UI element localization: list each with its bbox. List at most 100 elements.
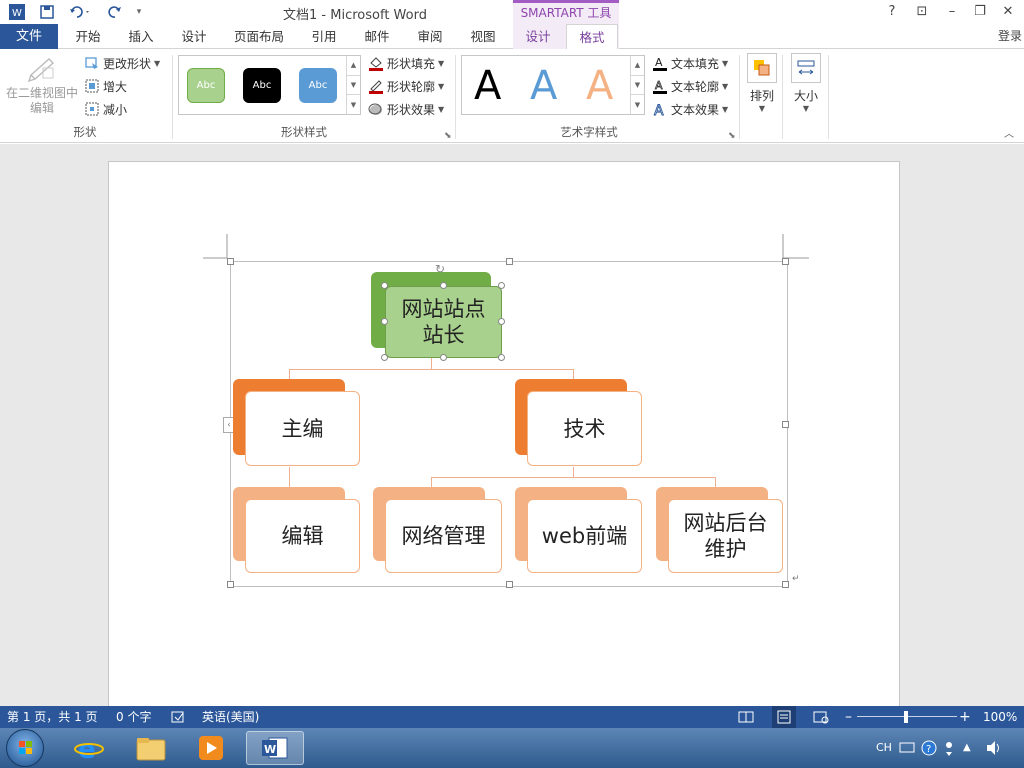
tab-page-layout[interactable]: 页面布局: [226, 24, 292, 49]
show-hidden-icons[interactable]: ▲: [963, 728, 971, 768]
language-indicator[interactable]: 英语(美国): [202, 706, 259, 728]
node-handle[interactable]: [381, 354, 388, 361]
word-icon: W: [262, 737, 288, 759]
word-count[interactable]: 0 个字: [116, 706, 151, 728]
volume-icon[interactable]: [985, 728, 1003, 768]
gallery-scroll[interactable]: ▲ ▼ ▼: [630, 56, 644, 114]
scroll-down-icon[interactable]: ▼: [631, 76, 644, 96]
gallery-scroll[interactable]: ▲ ▼ ▼: [346, 56, 360, 114]
tab-home[interactable]: 开始: [64, 24, 112, 49]
input-language[interactable]: CH: [876, 728, 892, 768]
wordart-sample-blue[interactable]: A: [530, 62, 557, 110]
keyboard-icon[interactable]: [899, 728, 915, 768]
tab-insert[interactable]: 插入: [117, 24, 165, 49]
scroll-down-icon[interactable]: ▼: [347, 76, 360, 96]
change-shape-button[interactable]: 更改形状 ▼: [84, 53, 160, 73]
start-button[interactable]: [6, 729, 44, 767]
document-page[interactable]: ‹ ↵ 网站站点 站长 ↻ 主编 技术 编辑 网络管理 web前端 网站后台 维…: [108, 161, 900, 721]
taskbar-media-player[interactable]: [184, 731, 238, 765]
scroll-up-icon[interactable]: ▲: [347, 56, 360, 76]
save-icon[interactable]: [36, 2, 58, 22]
ime-options-icon[interactable]: [944, 728, 958, 768]
shape-style-swatch-black[interactable]: Abc: [243, 68, 281, 103]
frame-handle[interactable]: [782, 421, 789, 428]
tab-mailings[interactable]: 邮件: [353, 24, 401, 49]
proofing-icon[interactable]: [170, 706, 186, 728]
text-effects-button[interactable]: A 文本效果 ▼: [652, 99, 729, 119]
node-text[interactable]: web前端: [527, 499, 642, 573]
node-text[interactable]: 网站后台 维护: [668, 499, 783, 573]
minimize-button[interactable]: –: [940, 2, 964, 22]
zoom-in-icon[interactable]: +: [959, 706, 971, 728]
node-text[interactable]: 网络管理: [385, 499, 502, 573]
help-tray-icon[interactable]: ?: [920, 728, 938, 768]
signin-link[interactable]: 登录: [998, 24, 1022, 49]
wordart-sample-orange[interactable]: A: [586, 62, 613, 110]
frame-handle[interactable]: [506, 258, 513, 265]
size-button[interactable]: 大小 ▼: [786, 53, 826, 113]
node-text[interactable]: 技术: [527, 391, 642, 466]
smaller-button[interactable]: 减小: [84, 99, 127, 119]
tab-review[interactable]: 审阅: [406, 24, 454, 49]
arrange-button[interactable]: 排列 ▼: [742, 53, 782, 113]
rotate-handle-icon[interactable]: ↻: [435, 262, 445, 276]
dialog-launcher-icon[interactable]: ⬊: [444, 131, 452, 141]
tab-file[interactable]: 文件: [0, 24, 58, 49]
text-outline-button[interactable]: A 文本轮廓 ▼: [652, 76, 728, 96]
node-handle[interactable]: [498, 318, 505, 325]
node-handle[interactable]: [381, 282, 388, 289]
edit-in-2d-button[interactable]: 在二维视图中编辑: [6, 53, 78, 116]
restore-button[interactable]: ❐: [968, 2, 992, 22]
taskbar-explorer[interactable]: [124, 731, 178, 765]
shape-fill-button[interactable]: 形状填充 ▼: [368, 53, 444, 73]
customize-qat-icon[interactable]: ▾: [132, 2, 146, 22]
taskbar-word[interactable]: W: [246, 731, 304, 765]
scroll-up-icon[interactable]: ▲: [631, 56, 644, 76]
collapse-ribbon-icon[interactable]: ︿: [1004, 125, 1014, 140]
read-mode-icon[interactable]: [738, 706, 754, 728]
frame-handle[interactable]: [782, 581, 789, 588]
zoom-out-icon[interactable]: –: [845, 706, 852, 728]
zoom-slider[interactable]: [857, 706, 957, 728]
gallery-expand-icon[interactable]: ▼: [631, 95, 644, 114]
help-icon[interactable]: ?: [880, 2, 904, 22]
node-handle[interactable]: [381, 318, 388, 325]
frame-handle[interactable]: [782, 258, 789, 265]
frame-handle[interactable]: [506, 581, 513, 588]
wordart-styles-gallery[interactable]: A A A ▲ ▼ ▼: [461, 55, 645, 115]
print-layout-icon[interactable]: [772, 706, 796, 728]
shape-outline-button[interactable]: 形状轮廓 ▼: [368, 76, 444, 96]
larger-button[interactable]: 增大: [84, 76, 127, 96]
node-text[interactable]: 编辑: [245, 499, 360, 573]
tab-smartart-format[interactable]: 格式: [566, 24, 618, 50]
redo-icon[interactable]: [104, 2, 126, 22]
word-app-icon[interactable]: W: [6, 2, 28, 22]
shape-style-swatch-blue[interactable]: Abc: [299, 68, 337, 103]
frame-handle[interactable]: [227, 258, 234, 265]
node-text[interactable]: 主编: [245, 391, 360, 466]
text-fill-button[interactable]: A 文本填充 ▼: [652, 53, 728, 73]
root-node-text[interactable]: 网站站点 站长: [385, 286, 502, 358]
zoom-level[interactable]: 100%: [983, 706, 1017, 728]
web-layout-icon[interactable]: [813, 706, 829, 728]
wordart-sample-black[interactable]: A: [474, 62, 501, 110]
undo-icon[interactable]: [66, 2, 96, 22]
node-handle[interactable]: [498, 282, 505, 289]
shape-style-swatch-green[interactable]: Abc: [187, 68, 225, 103]
ribbon-display-icon[interactable]: ⊡: [910, 2, 934, 22]
gallery-expand-icon[interactable]: ▼: [347, 95, 360, 114]
taskbar-ie[interactable]: e: [62, 731, 116, 765]
tab-references[interactable]: 引用: [300, 24, 348, 49]
page-count[interactable]: 第 1 页，共 1 页: [7, 706, 98, 728]
node-handle[interactable]: [440, 282, 447, 289]
tab-smartart-design[interactable]: 设计: [514, 24, 562, 49]
shape-styles-gallery[interactable]: Abc Abc Abc ▲ ▼ ▼: [178, 55, 361, 115]
shape-effects-button[interactable]: 形状效果 ▼: [368, 99, 444, 119]
frame-handle[interactable]: [227, 581, 234, 588]
dialog-launcher-icon[interactable]: ⬊: [728, 131, 736, 141]
node-handle[interactable]: [498, 354, 505, 361]
node-handle[interactable]: [440, 354, 447, 361]
tab-view[interactable]: 视图: [459, 24, 507, 49]
close-button[interactable]: ✕: [996, 2, 1020, 22]
tab-design[interactable]: 设计: [170, 24, 218, 49]
